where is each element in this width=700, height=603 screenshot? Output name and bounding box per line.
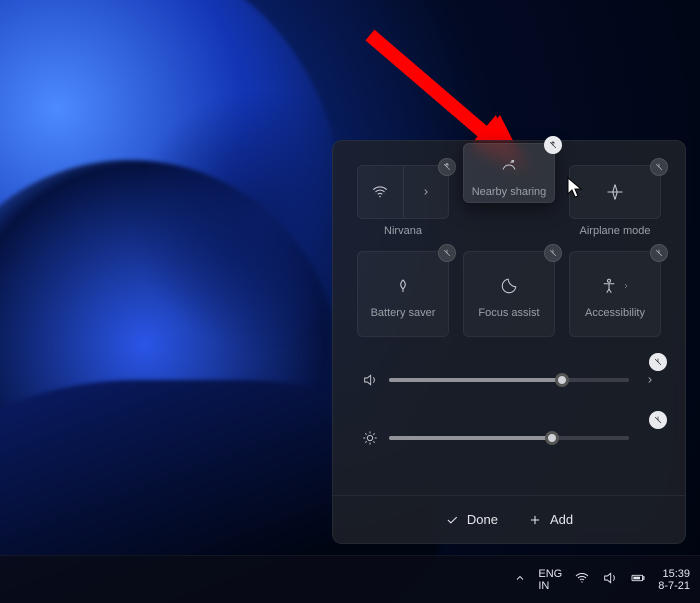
tray-volume-icon[interactable] bbox=[602, 570, 618, 589]
unpin-button[interactable] bbox=[649, 411, 667, 429]
tile-slot-nearby: Nearby sharing bbox=[463, 165, 555, 237]
volume-expand[interactable] bbox=[639, 375, 661, 385]
taskbar: ENG IN 15:39 8-7-21 bbox=[0, 555, 700, 603]
focus-assist-icon bbox=[500, 269, 518, 303]
done-label: Done bbox=[467, 512, 498, 527]
quick-settings-panel: Nirvana Nearby sharing bbox=[332, 140, 686, 544]
accessibility-icon bbox=[600, 269, 630, 303]
tile-focus-label: Focus assist bbox=[478, 307, 539, 319]
tile-accessibility[interactable]: Accessibility bbox=[569, 251, 661, 337]
volume-thumb[interactable] bbox=[555, 373, 569, 387]
airplane-icon bbox=[606, 175, 624, 209]
system-tray: ENG IN 15:39 8-7-21 bbox=[514, 568, 690, 592]
volume-icon bbox=[357, 372, 383, 388]
tile-wifi-wrapper: Nirvana bbox=[357, 165, 449, 237]
lang-top: ENG bbox=[538, 568, 562, 580]
add-button[interactable]: Add bbox=[528, 512, 573, 527]
sliders-area bbox=[357, 365, 661, 453]
add-label: Add bbox=[550, 512, 573, 527]
tile-wifi[interactable] bbox=[357, 165, 449, 219]
tile-airplane-label: Airplane mode bbox=[580, 225, 651, 237]
tile-battery-saver[interactable]: Battery saver bbox=[357, 251, 449, 337]
brightness-thumb[interactable] bbox=[545, 431, 559, 445]
unpin-button[interactable] bbox=[544, 244, 562, 262]
clock-date: 8-7-21 bbox=[658, 580, 690, 592]
tile-accessibility-label: Accessibility bbox=[585, 307, 645, 319]
taskbar-clock[interactable]: 15:39 8-7-21 bbox=[658, 568, 690, 592]
unpin-button[interactable] bbox=[544, 136, 562, 154]
tile-nearby-sharing[interactable]: Nearby sharing bbox=[463, 143, 555, 203]
tray-battery-icon[interactable] bbox=[630, 570, 646, 589]
clock-time: 15:39 bbox=[658, 568, 690, 580]
brightness-slider[interactable] bbox=[357, 423, 661, 453]
tile-nearby-label: Nearby sharing bbox=[472, 186, 547, 198]
unpin-button[interactable] bbox=[650, 158, 668, 176]
tile-wifi-label: Nirvana bbox=[384, 225, 422, 237]
unpin-button[interactable] bbox=[438, 158, 456, 176]
tile-battery-label: Battery saver bbox=[371, 307, 436, 319]
wifi-icon bbox=[371, 175, 389, 209]
done-button[interactable]: Done bbox=[445, 512, 498, 527]
unpin-button[interactable] bbox=[438, 244, 456, 262]
unpin-button[interactable] bbox=[650, 244, 668, 262]
tile-wifi-toggle[interactable] bbox=[358, 166, 403, 218]
volume-track[interactable] bbox=[389, 378, 629, 382]
tile-focus-assist[interactable]: Focus assist bbox=[463, 251, 555, 337]
tile-airplane-mode[interactable] bbox=[569, 165, 661, 219]
brightness-icon bbox=[357, 430, 383, 446]
panel-actions: Done Add bbox=[333, 495, 685, 543]
tray-overflow-button[interactable] bbox=[514, 572, 526, 587]
brightness-track[interactable] bbox=[389, 436, 629, 440]
tile-airplane-wrapper: Airplane mode bbox=[569, 165, 661, 237]
unpin-button[interactable] bbox=[649, 353, 667, 371]
volume-slider[interactable] bbox=[357, 365, 661, 395]
tray-wifi-icon[interactable] bbox=[574, 570, 590, 589]
nearby-sharing-icon bbox=[500, 148, 518, 182]
language-indicator[interactable]: ENG IN bbox=[538, 568, 562, 592]
tiles-grid: Nirvana Nearby sharing bbox=[357, 165, 661, 337]
battery-saver-icon bbox=[394, 269, 412, 303]
lang-bottom: IN bbox=[538, 580, 562, 592]
